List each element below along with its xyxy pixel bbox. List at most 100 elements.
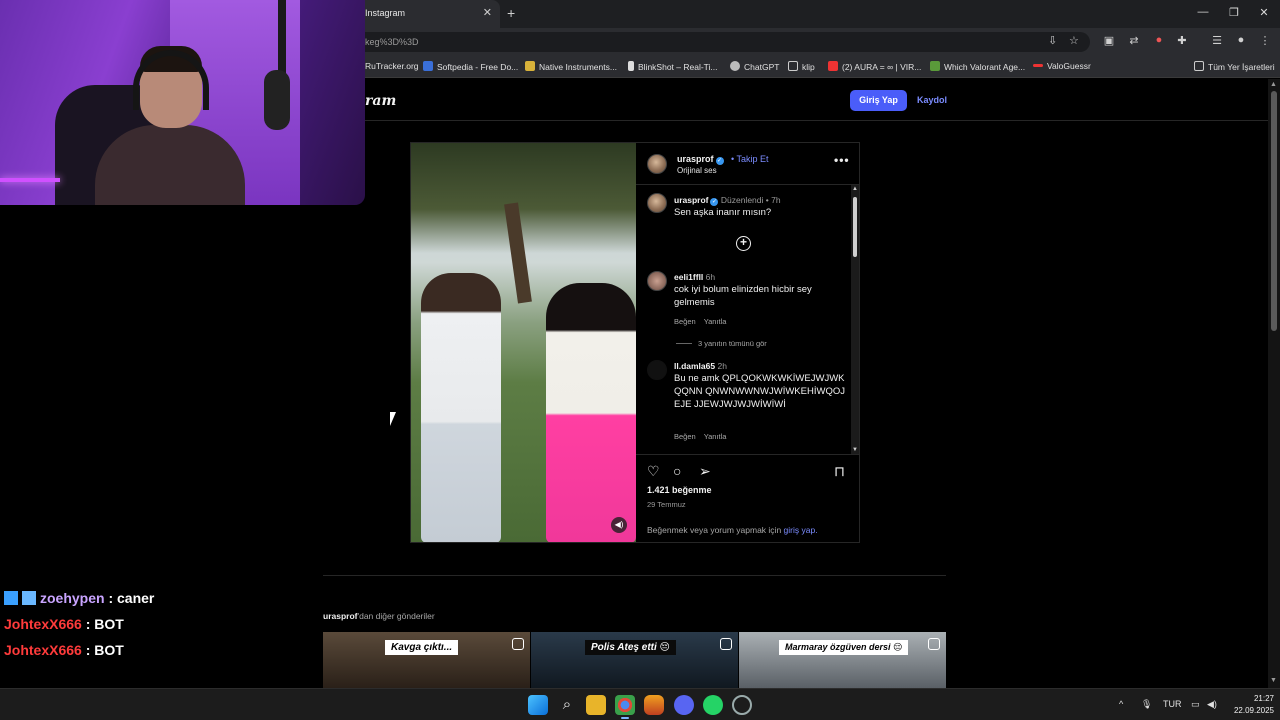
all-bookmarks[interactable]: Tüm Yer İşaretleri <box>1194 61 1275 72</box>
chrome-icon[interactable] <box>615 695 635 715</box>
post-header: urasprof ✓ • Takip Et Orijinal ses ••• <box>636 143 859 185</box>
signup-button[interactable]: Kaydol <box>912 90 952 111</box>
network-icon[interactable]: ▭ <box>1191 699 1200 710</box>
bookmark-valorant-agent[interactable]: Which Valorant Age... <box>930 61 1025 72</box>
softpedia-icon <box>423 61 433 71</box>
instagram-logo[interactable]: ram <box>365 93 396 109</box>
bookmark-star-icon[interactable]: ☆ <box>1069 34 1079 47</box>
discord-icon[interactable] <box>674 695 694 715</box>
sound-icon[interactable]: ◀) <box>611 517 627 533</box>
reel-icon <box>720 638 732 650</box>
like-comment-button[interactable]: Beğen <box>674 432 696 441</box>
login-button[interactable]: Giriş Yap <box>850 90 907 111</box>
folder-icon <box>525 61 535 71</box>
man-figure <box>421 273 501 542</box>
more-options-icon[interactable]: ••• <box>834 153 850 167</box>
comment-actions: Beğen Yanıtla <box>674 432 734 441</box>
comment-username[interactable]: ll.damla65 2h <box>674 361 727 371</box>
more-post-thumbnail[interactable]: Kavga çıktı... <box>323 632 530 688</box>
like-comment-button[interactable]: Beğen <box>674 317 696 326</box>
restore-icon[interactable]: ❐ <box>1226 6 1242 19</box>
close-window-icon[interactable]: ✕ <box>1256 6 1272 19</box>
more-post-thumbnail[interactable]: Polis Ateş etti 😔 <box>531 632 738 688</box>
login-prompt: Beğenmek veya yorum yapmak için giriş ya… <box>647 525 818 535</box>
translate-icon[interactable]: ⇄ <box>1126 34 1142 50</box>
comments-scroll-thumb[interactable] <box>853 197 857 257</box>
add-circle-icon[interactable]: + <box>736 236 751 251</box>
microphone-icon[interactable]: 🎙 <box>1141 699 1152 710</box>
extensions-icon[interactable]: ✚ <box>1174 34 1190 50</box>
scroll-up-icon[interactable]: ▲ <box>1270 81 1277 88</box>
chat-message: JohtexX666 : BOT <box>4 616 124 632</box>
avatar[interactable] <box>647 360 667 380</box>
start-icon[interactable] <box>528 695 548 715</box>
view-replies-button[interactable]: 3 yanıtın tümünü gör <box>676 339 767 348</box>
profile-avatar-icon[interactable]: ● <box>1233 34 1249 50</box>
youtube-icon <box>828 61 838 71</box>
share-icon[interactable]: ➢ <box>699 463 711 480</box>
scroll-up-icon[interactable]: ▲ <box>852 186 858 192</box>
post-card: ◀) urasprof ✓ • Takip Et Orijinal ses •••… <box>410 142 860 543</box>
scroll-down-icon[interactable]: ▼ <box>1270 677 1277 684</box>
bookmark-rutracker[interactable]: RuTracker.org <box>365 61 419 71</box>
install-app-icon[interactable]: ⇩ <box>1048 34 1057 47</box>
comment-username[interactable]: eeli1ffll 6h <box>674 272 715 282</box>
like-count[interactable]: 1.421 beğenme <box>647 485 712 495</box>
scroll-down-icon[interactable]: ▼ <box>852 447 858 453</box>
clock-time[interactable]: 21:27 <box>1240 694 1274 703</box>
avatar[interactable] <box>647 193 667 213</box>
bookmark-blinkshot[interactable]: BlinkShot – Real-Ti... <box>628 61 718 72</box>
app-icon[interactable] <box>732 695 752 715</box>
reply-button[interactable]: Yanıtla <box>704 317 727 326</box>
more-post-thumbnail[interactable]: Marmaray özgüven dersi 😔 <box>739 632 946 688</box>
extension-record-icon[interactable]: ● <box>1151 34 1167 50</box>
reply-button[interactable]: Yanıtla <box>704 432 727 441</box>
badge-icon <box>4 591 18 605</box>
follow-button[interactable]: • Takip Et <box>731 154 769 164</box>
url-bar[interactable]: keg%3D%3D ⇩ ☆ <box>355 32 1090 52</box>
screenshot-icon[interactable]: ▣ <box>1101 34 1117 50</box>
new-tab-icon[interactable]: + <box>507 5 515 21</box>
chatgpt-icon <box>730 61 740 71</box>
page-scroll-thumb[interactable] <box>1271 91 1277 331</box>
close-tab-icon[interactable]: ✕ <box>483 6 492 19</box>
menu-kebab-icon[interactable]: ⋮ <box>1257 34 1273 50</box>
whatsapp-icon[interactable] <box>703 695 723 715</box>
page-scrollbar[interactable]: ▲ ▼ <box>1268 79 1280 688</box>
comments-scrollbar[interactable]: ▲ ▼ <box>851 185 859 454</box>
bookmark-valoguessr[interactable]: ValoGuessr <box>1033 61 1091 71</box>
language-indicator[interactable]: TUR <box>1163 699 1182 709</box>
bookmark-save-icon[interactable]: ⊓ <box>834 463 845 480</box>
bookmark-chatgpt[interactable]: ChatGPT <box>730 61 779 72</box>
bookmark-softpedia[interactable]: Softpedia - Free Do... <box>423 61 518 72</box>
audio-label[interactable]: Orijinal ses <box>677 166 717 175</box>
avatar[interactable] <box>647 271 667 291</box>
bookmark-aura[interactable]: (2) AURA = ∞ | VIR... <box>828 61 921 72</box>
search-icon[interactable]: ⌕ <box>557 695 577 715</box>
file-explorer-icon[interactable] <box>586 695 606 715</box>
reel-icon <box>928 638 940 650</box>
post-username[interactable]: urasprof ✓ <box>677 154 724 165</box>
brave-icon[interactable] <box>644 695 664 715</box>
comments-section[interactable]: urasprof ✓ Düzenlendi • 7h Sen aşka inanı… <box>636 185 859 455</box>
post-video[interactable]: ◀) <box>411 143 636 542</box>
post-sidebar: urasprof ✓ • Takip Et Orijinal ses ••• ur… <box>636 143 859 542</box>
volume-icon[interactable]: ◀) <box>1207 699 1217 710</box>
tab-instagram[interactable]: Instagram ✕ <box>355 0 500 28</box>
taskbar: ⌕ ^ 🎙 TUR ▭ ◀) 21:27 22.09.2025 <box>0 688 1280 720</box>
login-link[interactable]: giriş yap. <box>784 525 818 535</box>
folder-icon <box>788 61 798 71</box>
valoguessr-icon <box>1033 64 1043 67</box>
show-hidden-icons[interactable]: ^ <box>1119 699 1123 709</box>
like-heart-icon[interactable]: ♡ <box>647 463 660 480</box>
clock-date[interactable]: 22.09.2025 <box>1226 706 1274 715</box>
bookmark-klip[interactable]: klip <box>788 61 815 72</box>
caption-username[interactable]: urasprof ✓ Düzenlendi • 7h <box>674 195 781 206</box>
minimize-icon[interactable]: — <box>1195 6 1211 18</box>
thumbnail-caption: Kavga çıktı... <box>385 640 459 655</box>
comment-icon[interactable]: ○ <box>673 463 681 479</box>
avatar[interactable] <box>647 154 667 174</box>
bookmark-native-instruments[interactable]: Native Instruments... <box>525 61 617 72</box>
media-control-icon[interactable]: ☰ <box>1209 34 1225 50</box>
thumbnail-caption: Polis Ateş etti 😔 <box>585 640 676 655</box>
